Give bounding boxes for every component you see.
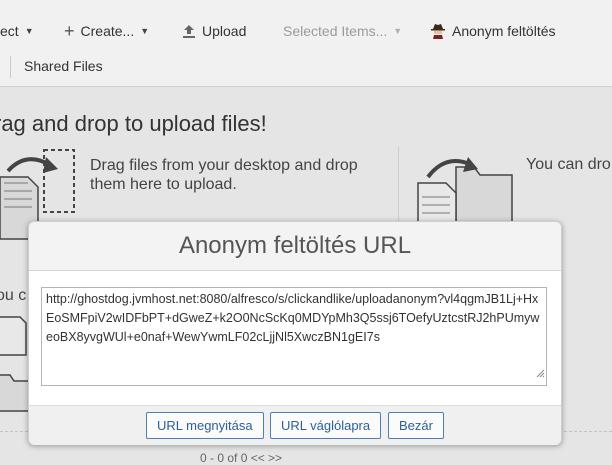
upload-icon [182,24,196,39]
secondary-title: ou c [0,287,27,304]
selected-items-label: Selected Items... [283,23,388,39]
url-textarea[interactable]: http://ghostdog.jvmhost.net:8080/alfresc… [41,287,547,386]
drop-area-title: rag and drop to upload files! [0,111,267,136]
dialog-title: Anonym feltöltés URL [29,222,561,271]
drop-area-description: Drag files from your desktop and drop th… [90,157,358,193]
divider [398,147,399,227]
resize-grip-icon[interactable] [536,365,545,384]
drop-area-description-right: You can dro [526,156,611,173]
shared-files-link[interactable]: Shared Files [24,58,103,74]
dialog-footer: URL megnyitása URL váglólapra Bezár [29,405,561,445]
dialog-body: http://ghostdog.jvmhost.net:8080/alfresc… [29,271,561,405]
pagination: 0 - 0 of 0 << >> [200,451,283,465]
create-label: Create... [80,23,135,39]
open-url-button[interactable]: URL megnyitása [146,412,264,439]
caret-down-icon: ▼ [140,26,150,36]
close-button[interactable]: Bezár [388,412,444,439]
divider [10,56,11,78]
spy-icon [430,23,446,39]
anonym-label: Anonym feltöltés [452,23,556,39]
select-label: ect [0,23,19,39]
upload-label: Upload [202,23,247,39]
sub-toolbar: Shared Files [0,48,612,87]
anonym-url-dialog: Anonym feltöltés URL http://ghostdog.jvm… [28,221,562,445]
plus-icon: + [64,20,75,41]
caret-down-icon: ▼ [393,26,403,36]
url-text: http://ghostdog.jvmhost.net:8080/alfresc… [46,292,540,344]
caret-down-icon: ▼ [24,26,34,36]
copy-url-button[interactable]: URL váglólapra [270,412,382,439]
